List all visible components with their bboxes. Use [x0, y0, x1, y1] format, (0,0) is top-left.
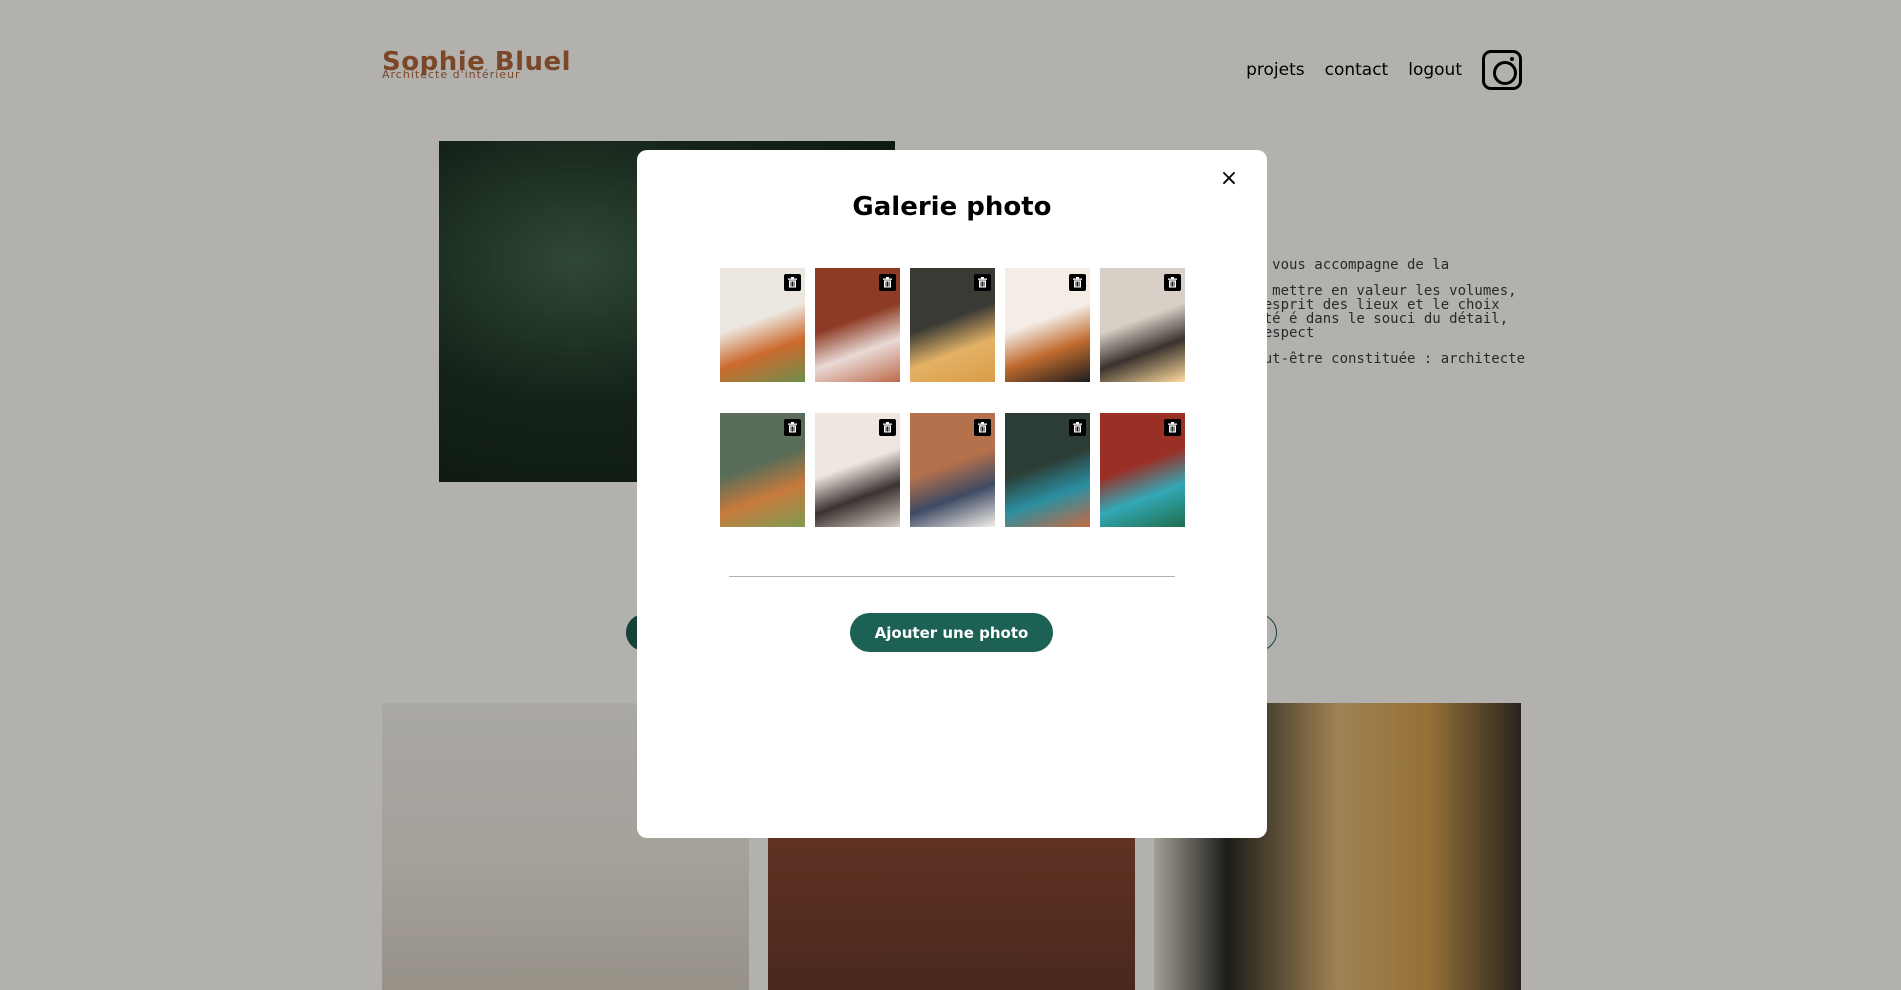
- gallery-thumbnail[interactable]: [815, 413, 900, 527]
- trash-icon[interactable]: [1164, 419, 1181, 436]
- gallery-thumbnail[interactable]: [1005, 413, 1090, 527]
- gallery-thumbnail[interactable]: [910, 413, 995, 527]
- gallery-thumbnail[interactable]: [910, 268, 995, 382]
- thumbnail-grid: [720, 268, 1187, 527]
- trash-icon[interactable]: [974, 274, 991, 291]
- trash-icon[interactable]: [879, 419, 896, 436]
- trash-icon[interactable]: [784, 419, 801, 436]
- trash-icon[interactable]: [1069, 419, 1086, 436]
- trash-icon[interactable]: [784, 274, 801, 291]
- gallery-thumbnail[interactable]: [1005, 268, 1090, 382]
- close-icon[interactable]: ×: [1217, 167, 1241, 191]
- gallery-modal: × Galerie photo Ajouter une photo: [637, 150, 1267, 838]
- trash-icon[interactable]: [879, 274, 896, 291]
- trash-icon[interactable]: [1164, 274, 1181, 291]
- gallery-thumbnail[interactable]: [1100, 413, 1185, 527]
- trash-icon[interactable]: [1069, 274, 1086, 291]
- gallery-thumbnail[interactable]: [815, 268, 900, 382]
- divider: [729, 576, 1175, 577]
- trash-icon[interactable]: [974, 419, 991, 436]
- modal-title: Galerie photo: [852, 192, 1052, 222]
- gallery-thumbnail[interactable]: [720, 268, 805, 382]
- gallery-thumbnail[interactable]: [1100, 268, 1185, 382]
- add-photo-button[interactable]: Ajouter une photo: [850, 613, 1053, 652]
- gallery-thumbnail[interactable]: [720, 413, 805, 527]
